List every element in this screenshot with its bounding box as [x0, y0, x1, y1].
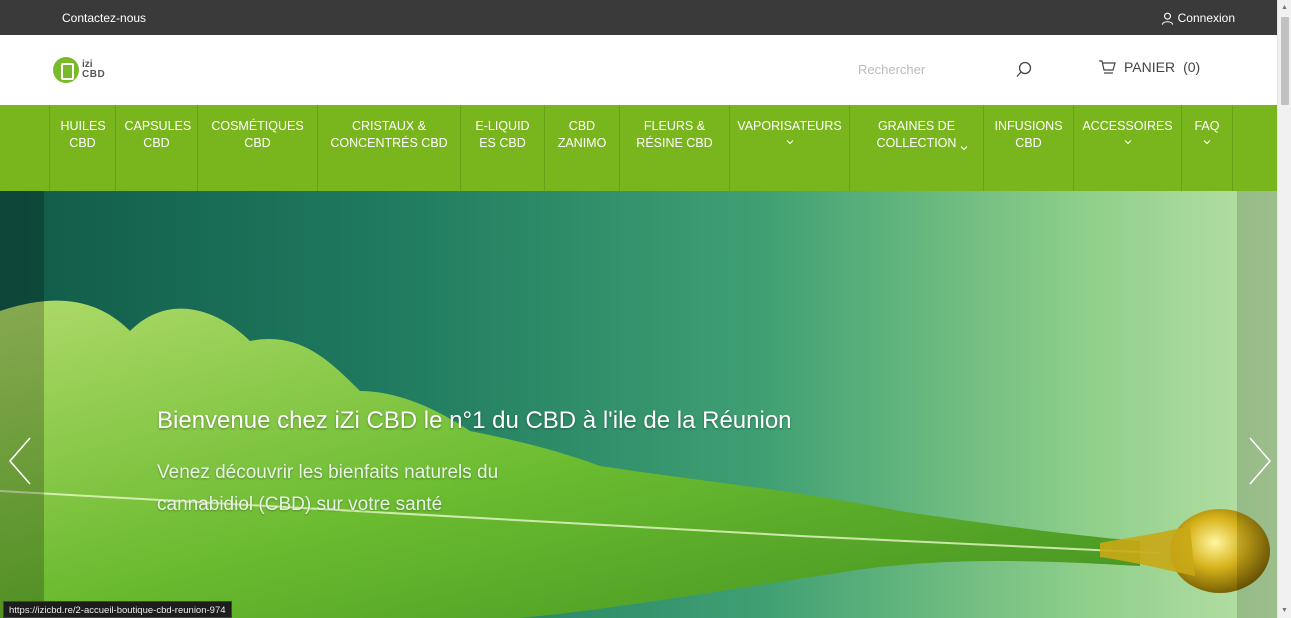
cart-icon: [1099, 60, 1116, 74]
nav-graines-de-collection[interactable]: GRAINES DE COLLECTION: [849, 105, 983, 191]
contact-link[interactable]: Contactez-nous: [62, 11, 146, 25]
cart-label: PANIER: [1124, 59, 1176, 75]
scroll-down-icon[interactable]: ▼: [1281, 607, 1288, 614]
chevron-down-icon: [1124, 140, 1131, 145]
nav-infusions-cbd[interactable]: INFUSIONS CBD: [983, 105, 1073, 191]
scroll-up-icon[interactable]: ▲: [1281, 4, 1288, 11]
nav-huiles-cbd[interactable]: HUILES CBD: [49, 105, 115, 191]
nav-vaporisateurs[interactable]: VAPORISATEURS: [729, 105, 849, 191]
hero-subtitle: Venez découvrir les bienfaits naturels d…: [157, 462, 499, 515]
nav-e-liquides-cbd[interactable]: E-LIQUIDES CBD: [460, 105, 544, 191]
nav-cosmetiques-cbd[interactable]: COSMÉTIQUES CBD: [197, 105, 317, 191]
nav-cristaux-concentres-cbd[interactable]: CRISTAUX & CONCENTRÉS CBD: [317, 105, 460, 191]
logo-icon: [53, 57, 79, 83]
chevron-down-icon: [786, 140, 793, 145]
logo-line2: CBD: [82, 69, 106, 80]
cart-count: (0): [1183, 59, 1201, 75]
site-header: izi CBD Rechercher PANIER (0): [0, 35, 1277, 105]
top-bar: Contactez-nous Connexion: [0, 0, 1277, 35]
slider-prev-panel: [0, 191, 44, 618]
nav-accessoires[interactable]: ACCESSOIRES: [1073, 105, 1181, 191]
slider-next-panel: [1237, 191, 1277, 618]
chevron-left-icon[interactable]: [6, 436, 36, 486]
login-label: Connexion: [1177, 11, 1235, 25]
cart-button[interactable]: PANIER (0): [1098, 59, 1200, 75]
hero-leaf-image: [0, 300, 1270, 618]
chevron-right-icon[interactable]: [1244, 436, 1274, 486]
nav-fleurs-resine-cbd[interactable]: FLEURS & RÉSINE CBD: [619, 105, 729, 191]
site-logo[interactable]: izi CBD: [53, 53, 113, 87]
hero-slider: Bienvenue chez iZi CBD le n°1 du CBD à l…: [0, 191, 1277, 618]
search-input[interactable]: Rechercher: [858, 62, 925, 77]
chevron-down-icon: [1203, 140, 1211, 145]
user-icon: [1161, 12, 1173, 25]
search-icon[interactable]: [1014, 60, 1034, 80]
nav-faq[interactable]: FAQ: [1181, 105, 1233, 191]
login-link[interactable]: Connexion: [1161, 11, 1235, 25]
nav-capsules-cbd[interactable]: CAPSULES CBD: [115, 105, 197, 191]
nav-cbd-zanimo[interactable]: CBD ZANIMO: [544, 105, 619, 191]
status-url-bar: https://izicbd.re/2-accueil-boutique-cbd…: [3, 601, 232, 618]
hero-title: Bienvenue chez iZi CBD le n°1 du CBD à l…: [157, 407, 792, 434]
scroll-thumb[interactable]: [1281, 17, 1289, 105]
page-scrollbar[interactable]: ▲ ▼: [1277, 0, 1291, 618]
chevron-down-icon: [960, 146, 968, 151]
main-nav: HUILES CBD CAPSULES CBD COSMÉTIQUES CBD …: [0, 105, 1277, 191]
